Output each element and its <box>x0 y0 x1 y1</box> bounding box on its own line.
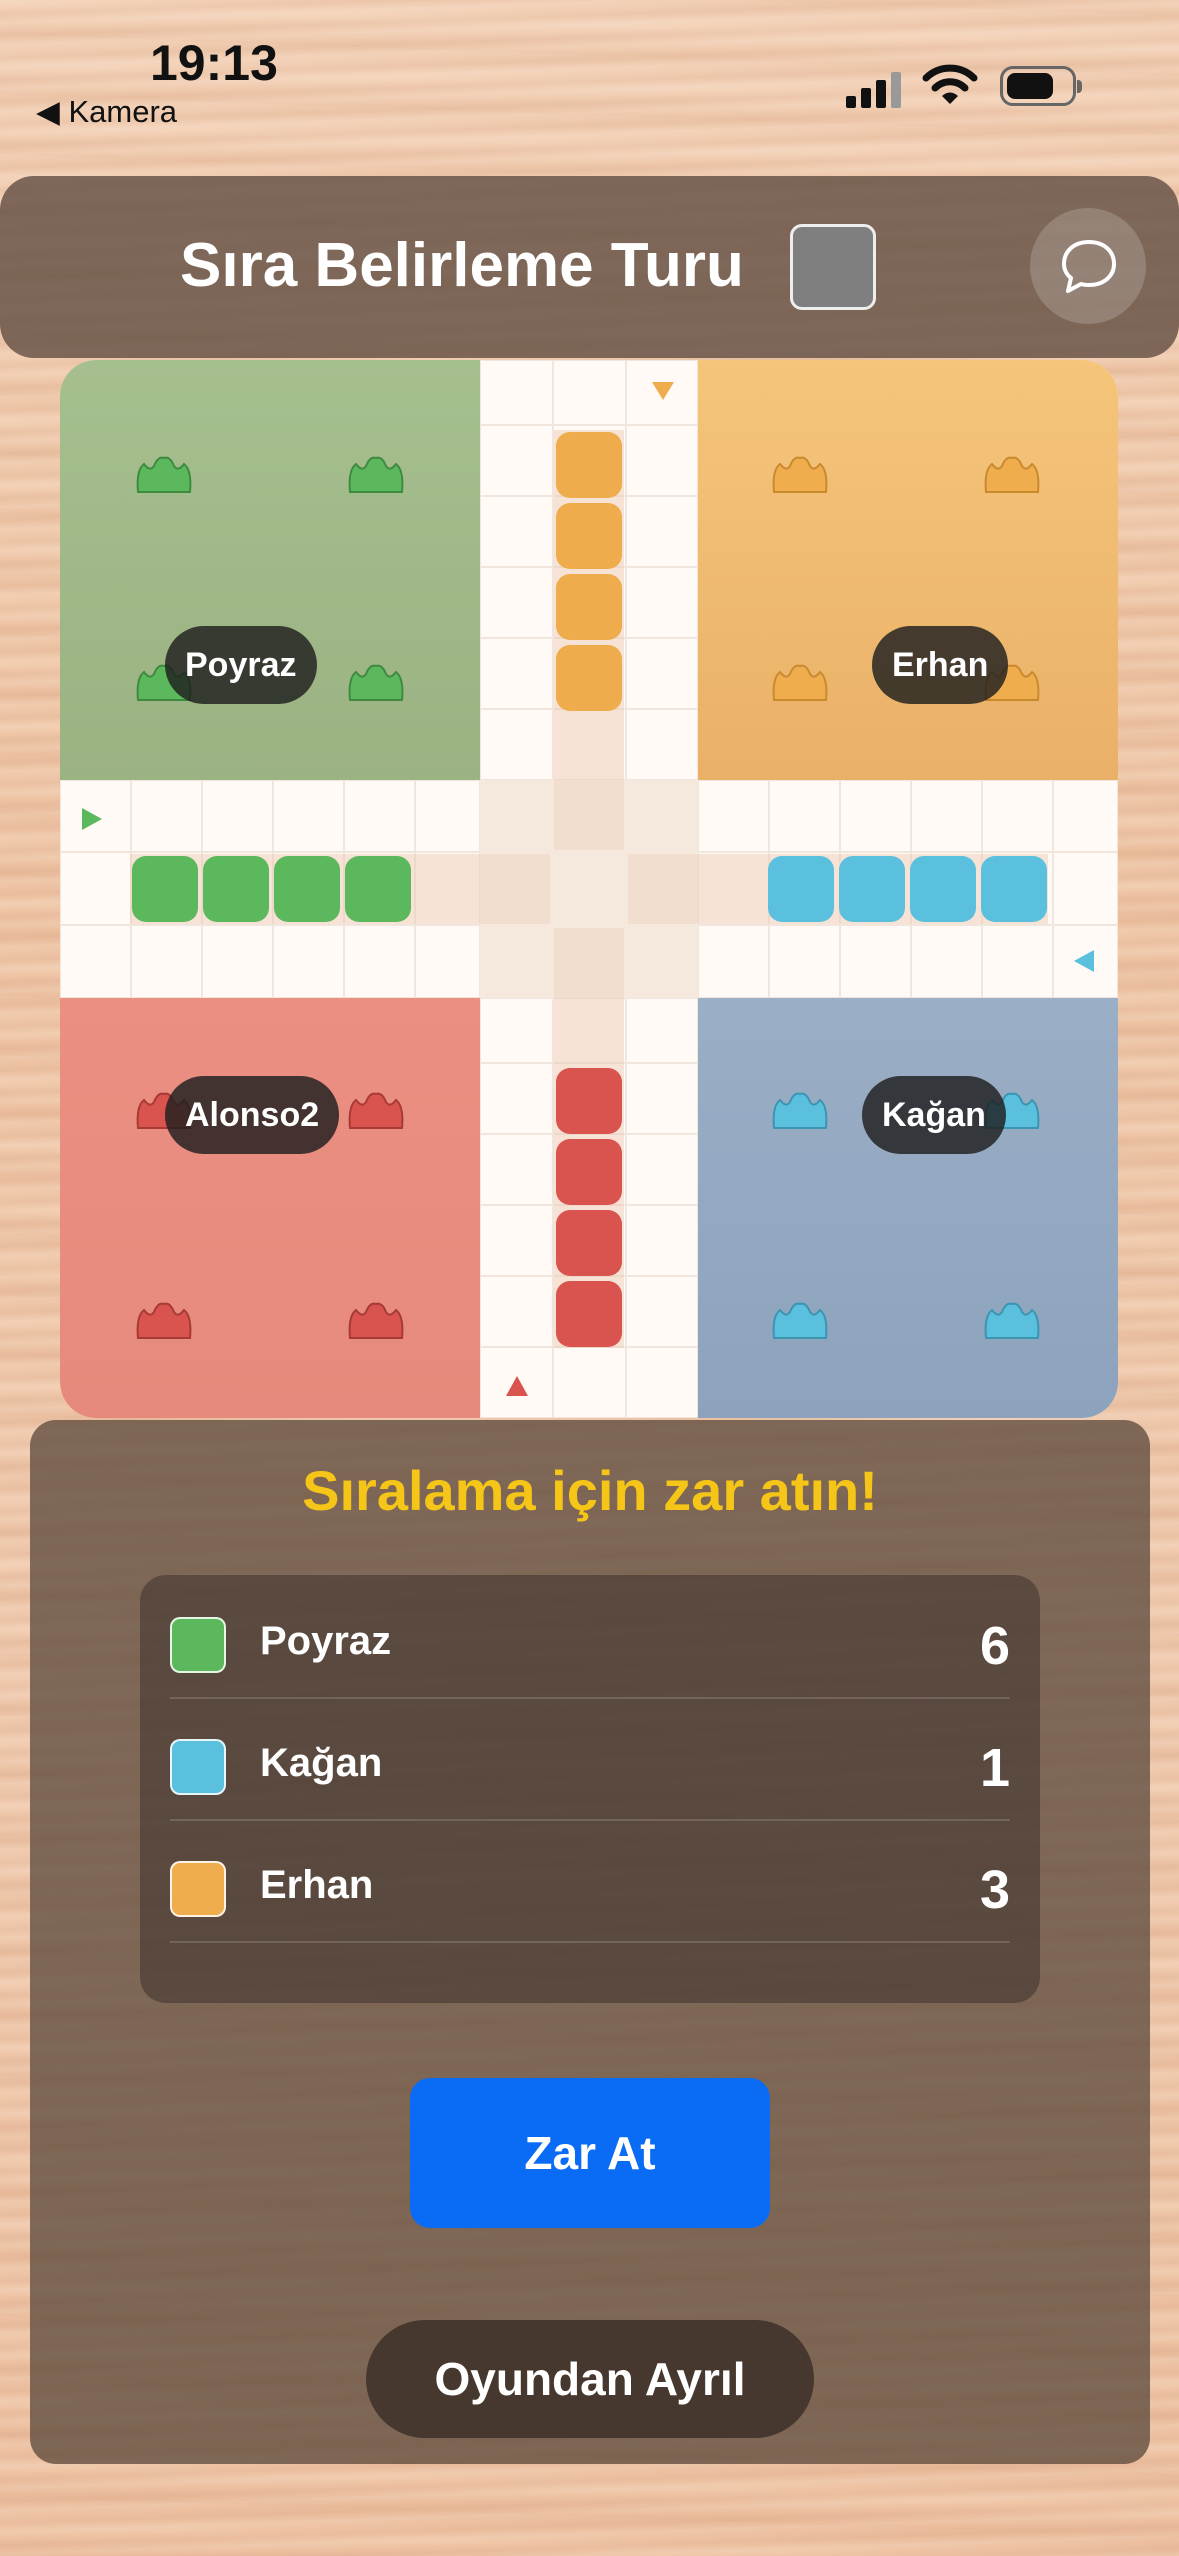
list-item: Poyraz 6 <box>170 1575 1010 1699</box>
blue-pawn-icon[interactable] <box>770 1298 830 1344</box>
player-name: Erhan <box>260 1863 374 1907</box>
yellow-home-cell <box>556 574 622 640</box>
blue-start-arrow-icon <box>1074 950 1094 972</box>
red-start-arrow-icon <box>506 1376 528 1396</box>
green-base <box>60 360 480 780</box>
wifi-icon <box>922 64 978 104</box>
yellow-home-cell <box>556 432 622 498</box>
player-color-swatch <box>170 1617 226 1673</box>
red-base <box>60 998 480 1418</box>
yellow-start-arrow-icon <box>652 382 674 400</box>
red-pawn-icon[interactable] <box>134 1298 194 1344</box>
roll-dice-button[interactable]: Zar At <box>410 2078 770 2228</box>
red-pawn-icon[interactable] <box>346 1298 406 1344</box>
green-home-cell <box>132 856 198 922</box>
blue-home-cell <box>768 856 834 922</box>
top-bar: Sıra Belirleme Turu <box>0 176 1179 358</box>
dice-placeholder-button[interactable] <box>790 224 876 310</box>
game-board: Poyraz Erhan Alonso2 Kağan <box>60 360 1118 1418</box>
yellow-home-cell <box>556 645 622 711</box>
yellow-pawn-icon[interactable] <box>770 660 830 706</box>
player-name: Kağan <box>260 1741 383 1785</box>
battery-icon <box>1000 66 1082 106</box>
blue-base <box>698 998 1118 1418</box>
red-home-cell <box>556 1139 622 1205</box>
clock: 19:13 <box>150 35 278 91</box>
yellow-pawn-icon[interactable] <box>982 452 1042 498</box>
yellow-pawn-icon[interactable] <box>770 452 830 498</box>
blue-home-cell <box>839 856 905 922</box>
red-home-cell <box>556 1210 622 1276</box>
list-item: Erhan 3 <box>170 1819 1010 1943</box>
player-name-tag: Kağan <box>862 1076 1006 1154</box>
turn-order-panel: Sıralama için zar atın! Poyraz 6 Kağan 1… <box>30 1420 1150 2464</box>
green-start-arrow-icon <box>82 808 102 830</box>
blue-home-cell <box>910 856 976 922</box>
green-home-cell <box>274 856 340 922</box>
chat-bubble-icon <box>1062 240 1116 293</box>
back-label: Kamera <box>68 94 178 129</box>
green-home-cell <box>203 856 269 922</box>
red-pawn-icon[interactable] <box>346 1088 406 1134</box>
player-name-tag: Poyraz <box>165 626 317 704</box>
blue-pawn-icon[interactable] <box>982 1298 1042 1344</box>
panel-title: Sıralama için zar atın! <box>302 1459 878 1522</box>
green-pawn-icon[interactable] <box>346 452 406 498</box>
blue-pawn-icon[interactable] <box>770 1088 830 1134</box>
player-name: Poyraz <box>260 1619 392 1663</box>
green-home-cell <box>345 856 411 922</box>
list-item: Kağan 1 <box>170 1697 1010 1821</box>
green-pawn-icon[interactable] <box>134 452 194 498</box>
dice-score: 3 <box>979 1860 1010 1920</box>
status-bar: 19:13 ◀ Kamera <box>0 0 1179 150</box>
player-color-swatch <box>170 1739 226 1795</box>
yellow-base <box>698 360 1118 780</box>
page-title: Sıra Belirleme Turu <box>180 231 744 300</box>
chat-button[interactable] <box>1030 208 1146 324</box>
player-name-tag: Erhan <box>872 626 1009 704</box>
red-home-cell <box>556 1281 622 1347</box>
red-home-cell <box>556 1068 622 1134</box>
back-to-app-link[interactable]: ◀ Kamera <box>36 94 177 130</box>
yellow-home-cell <box>556 503 622 569</box>
green-pawn-icon[interactable] <box>346 660 406 706</box>
board-center <box>480 780 698 998</box>
cellular-signal-icon <box>846 70 902 108</box>
back-arrow-icon: ◀ <box>36 94 60 129</box>
player-color-swatch <box>170 1861 226 1917</box>
leave-game-button[interactable]: Oyundan Ayrıl <box>366 2320 814 2438</box>
dice-score: 6 <box>979 1616 1010 1676</box>
dice-score: 1 <box>979 1738 1010 1798</box>
roll-results-list: Poyraz 6 Kağan 1 Erhan 3 <box>140 1575 1040 2003</box>
player-name-tag: Alonso2 <box>165 1076 340 1154</box>
blue-home-cell <box>981 856 1047 922</box>
